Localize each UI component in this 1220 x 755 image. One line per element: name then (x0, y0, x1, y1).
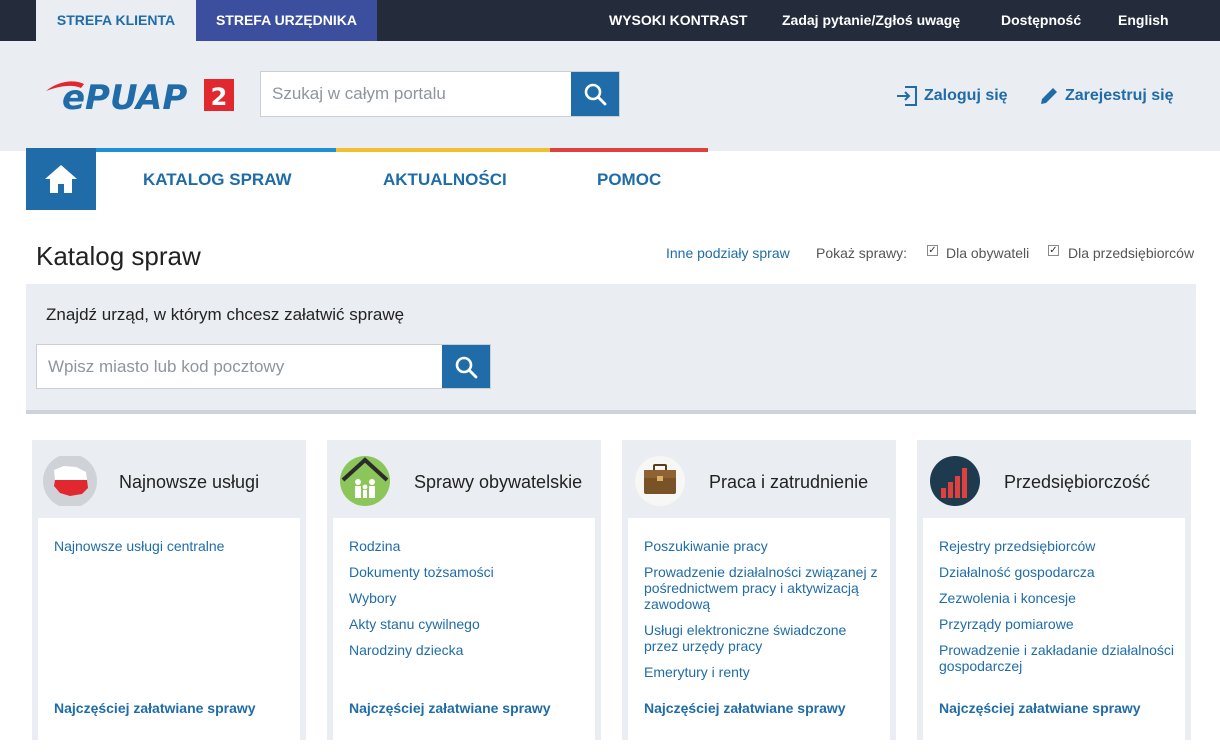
card-title: Najnowsze usługi (119, 472, 260, 492)
nav-item-help[interactable]: POMOC (597, 170, 661, 190)
category-card-newest: Najnowsze usługi Najnowsze usługi centra… (32, 440, 306, 740)
header: ePUAP 2 Zaloguj się Zarejestruj się (0, 41, 1220, 151)
portal-search-button[interactable] (571, 72, 619, 116)
card-body: Poszukiwanie pracy Prowadzenie działalno… (628, 518, 890, 740)
nav-accent-red (550, 148, 708, 152)
epuap-logo[interactable]: ePUAP 2 (44, 75, 240, 118)
citizens-checkbox[interactable]: ✓ (927, 245, 938, 256)
office-search-input[interactable] (37, 345, 443, 388)
card-most-common-link[interactable]: Najczęściej załatwiane sprawy (644, 700, 846, 716)
card-header: Przedsiębiorczość (917, 440, 1191, 518)
card-link[interactable]: Przyrządy pomiarowe (939, 616, 1175, 632)
card-link[interactable]: Zezwolenia i koncesje (939, 590, 1175, 606)
show-cases-label: Pokaż sprawy: (816, 245, 908, 261)
register-link[interactable]: Zarejestruj się (1039, 83, 1174, 109)
search-icon (584, 83, 607, 106)
card-link[interactable]: Usługi elektroniczne świadczone przez ur… (644, 622, 880, 654)
card-header: Praca i zatrudnienie (622, 440, 896, 518)
other-divisions-link[interactable]: Inne podziały spraw (666, 245, 790, 261)
accessibility-link[interactable]: Dostępność (1001, 0, 1081, 41)
card-link[interactable]: Wybory (349, 590, 585, 606)
portal-search (260, 71, 620, 117)
login-label: Zaloguj się (924, 87, 1008, 104)
card-link-list: Poszukiwanie pracy Prowadzenie działalno… (644, 538, 880, 690)
card-most-common-link[interactable]: Najczęściej załatwiane sprawy (939, 700, 1141, 716)
register-label: Zarejestruj się (1065, 87, 1174, 104)
language-english-link[interactable]: English (1118, 0, 1169, 41)
category-card-citizen-affairs: Sprawy obywatelskie Rodzina Dokumenty to… (327, 440, 601, 740)
card-link[interactable]: Najnowsze usługi centralne (54, 538, 290, 554)
office-search (36, 344, 491, 389)
card-link[interactable]: Prowadzenie działalności związanej z poś… (644, 564, 880, 612)
card-most-common-link[interactable]: Najczęściej załatwiane sprawy (54, 700, 256, 716)
login-icon (897, 86, 917, 106)
briefcase-icon (635, 456, 685, 506)
card-title: Sprawy obywatelskie (414, 472, 583, 492)
portal-search-input[interactable] (261, 72, 572, 116)
home-icon (45, 165, 77, 193)
card-link[interactable]: Dokumenty tożsamości (349, 564, 585, 580)
card-header: Sprawy obywatelskie (327, 440, 601, 518)
card-link-list: Rodzina Dokumenty tożsamości Wybory Akty… (349, 538, 585, 668)
search-icon (455, 356, 478, 378)
zone-client-tab[interactable]: STREFA KLIENTA (36, 0, 196, 41)
family-house-icon (340, 456, 390, 506)
category-card-work-employment: Praca i zatrudnienie Poszukiwanie pracy … (622, 440, 896, 740)
business-checkbox[interactable]: ✓ (1048, 245, 1059, 256)
card-title: Przedsiębiorczość (1004, 472, 1151, 492)
card-link[interactable]: Akty stanu cywilnego (349, 616, 585, 632)
card-body: Najnowsze usługi centralne Najczęściej z… (38, 518, 300, 740)
business-checkbox-label: Dla przedsiębiorców (1068, 245, 1195, 261)
ask-question-link[interactable]: Zadaj pytanie/Zgłoś uwagę (782, 0, 960, 41)
office-finder: Znajdź urząd, w którym chcesz załatwić s… (26, 284, 1196, 414)
page-title: Katalog spraw (36, 241, 201, 271)
logo-badge: 2 (211, 83, 228, 111)
zone-officer-tab[interactable]: STREFA URZĘDNIKA (196, 0, 377, 41)
top-bar: STREFA KLIENTA STREFA URZĘDNIKA WYSOKI K… (0, 0, 1220, 41)
card-link[interactable]: Narodziny dziecka (349, 642, 585, 658)
card-link[interactable]: Poszukiwanie pracy (644, 538, 880, 554)
nav-accent-blue (96, 148, 336, 152)
epuap-logo-icon: ePUAP 2 (46, 78, 234, 118)
nav-accent-yellow (336, 148, 550, 152)
card-title: Praca i zatrudnienie (709, 472, 869, 492)
logo-text: ePUAP (62, 78, 187, 115)
high-contrast-link[interactable]: WYSOKI KONTRAST (609, 0, 747, 41)
citizens-checkbox-label: Dla obywateli (946, 245, 1030, 261)
pencil-icon (1041, 88, 1057, 104)
card-link[interactable]: Rodzina (349, 538, 585, 554)
card-link-list: Rejestry przedsiębiorców Działalność gos… (939, 538, 1175, 684)
office-finder-title: Znajdź urząd, w którym chcesz załatwić s… (46, 305, 405, 324)
card-link[interactable]: Emerytury i renty (644, 664, 880, 680)
category-card-entrepreneurship: Przedsiębiorczość Rejestry przedsiębiorc… (917, 440, 1191, 740)
card-link-list: Najnowsze usługi centralne (54, 538, 290, 564)
office-search-button[interactable] (442, 345, 490, 388)
poland-map-icon (43, 456, 97, 506)
card-most-common-link[interactable]: Najczęściej załatwiane sprawy (349, 700, 551, 716)
card-body: Rejestry przedsiębiorców Działalność gos… (923, 518, 1185, 740)
card-link[interactable]: Rejestry przedsiębiorców (939, 538, 1175, 554)
card-link[interactable]: Prowadzenie i zakładanie działalności go… (939, 642, 1175, 674)
nav-item-case-catalog[interactable]: KATALOG SPRAW (143, 170, 292, 190)
card-header: Najnowsze usługi (32, 440, 306, 518)
login-link[interactable]: Zaloguj się (896, 83, 1008, 109)
main-nav: KATALOG SPRAW AKTUALNOŚCI POMOC (26, 148, 708, 210)
card-body: Rodzina Dokumenty tożsamości Wybory Akty… (333, 518, 595, 740)
nav-item-news[interactable]: AKTUALNOŚCI (383, 170, 507, 190)
bar-chart-icon (930, 456, 980, 506)
nav-home-button[interactable] (26, 148, 96, 210)
card-link[interactable]: Działalność gospodarcza (939, 564, 1175, 580)
